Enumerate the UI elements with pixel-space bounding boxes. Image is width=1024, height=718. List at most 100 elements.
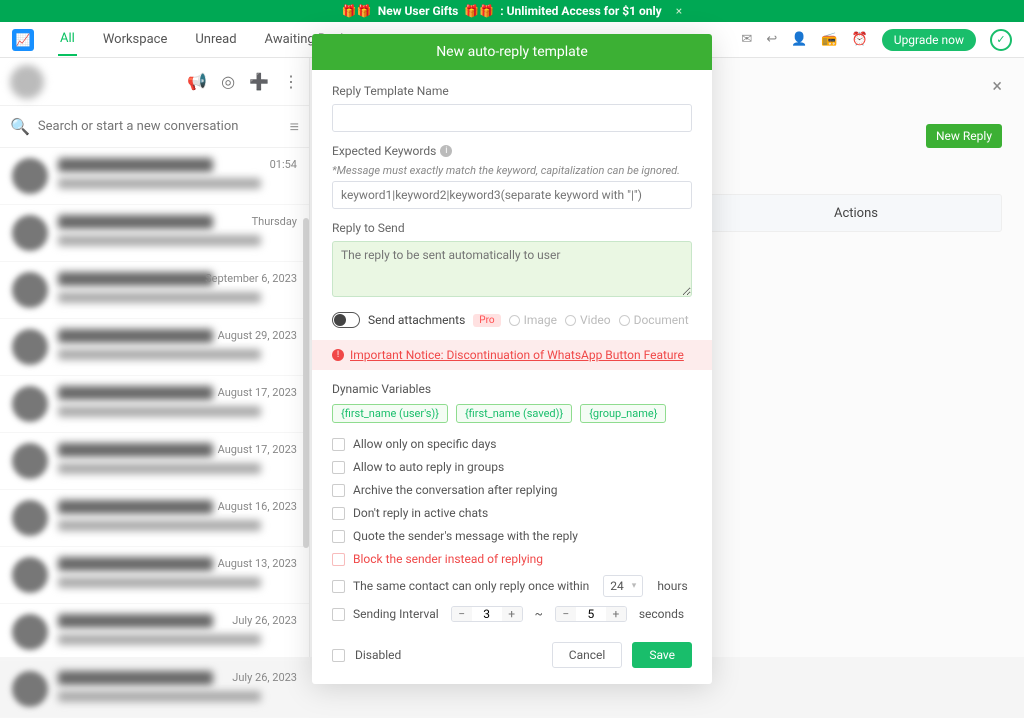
- conversation-date: August 29, 2023: [218, 329, 297, 342]
- dynamic-chips: {first_name (user's)} {first_name (saved…: [332, 404, 692, 423]
- dynamic-vars-label: Dynamic Variables: [332, 382, 692, 396]
- conversation-date: August 17, 2023: [218, 443, 297, 456]
- new-reply-button[interactable]: New Reply: [926, 124, 1002, 148]
- disabled-checkbox[interactable]: [332, 649, 345, 662]
- hours-select[interactable]: 24 ▾: [603, 575, 643, 597]
- promo-banner: 🎁🎁 New User Gifts 🎁🎁 : Unlimited Access …: [0, 0, 1024, 22]
- avatar: [12, 614, 48, 650]
- search-input[interactable]: [38, 119, 290, 134]
- target-icon[interactable]: ◎: [221, 72, 235, 91]
- table-header-actions: Actions: [710, 194, 1002, 232]
- check-quote-sender[interactable]: Quote the sender's message with the repl…: [332, 529, 692, 543]
- conversation-item[interactable]: Thursday: [0, 205, 309, 262]
- check-reply-groups[interactable]: Allow to auto reply in groups: [332, 460, 692, 474]
- info-icon[interactable]: i: [440, 145, 452, 157]
- gift-icon: 🎁🎁: [464, 4, 494, 18]
- chip-group-name[interactable]: {group_name}: [580, 404, 666, 423]
- attachments-label: Send attachments: [368, 313, 465, 327]
- keywords-label: Expected Keywords i: [332, 144, 692, 158]
- conversation-item[interactable]: September 6, 2023: [0, 262, 309, 319]
- conversation-date: July 26, 2023: [232, 614, 297, 627]
- conversation-item[interactable]: July 26, 2023: [0, 604, 309, 661]
- avatar: [12, 386, 48, 422]
- interval-to-stepper[interactable]: − +: [555, 606, 627, 622]
- avatar: [12, 215, 48, 251]
- template-name-label: Reply Template Name: [332, 84, 692, 98]
- banner-tail: : Unlimited Access for $1 only: [500, 4, 661, 18]
- check-archive[interactable]: Archive the conversation after replying: [332, 483, 692, 497]
- check-block-sender[interactable]: Block the sender instead of replying: [332, 552, 692, 566]
- pro-badge: Pro: [473, 314, 500, 327]
- interval-to-input[interactable]: [576, 607, 606, 621]
- avatar: [12, 500, 48, 536]
- tab-workspace[interactable]: Workspace: [101, 24, 170, 55]
- reply-label: Reply to Send: [332, 221, 692, 235]
- check-same-contact[interactable]: The same contact can only reply once wit…: [332, 575, 692, 597]
- notice-link[interactable]: Important Notice: Discontinuation of Wha…: [350, 348, 684, 362]
- status-circle-icon[interactable]: ✓: [990, 29, 1012, 51]
- avatar: [12, 158, 48, 194]
- scrollbar[interactable]: [303, 218, 309, 548]
- attach-video-option[interactable]: Video: [565, 313, 611, 327]
- notice-bar: ! Important Notice: Discontinuation of W…: [312, 340, 712, 370]
- avatar: [12, 329, 48, 365]
- check-dont-reply-active[interactable]: Don't reply in active chats: [332, 506, 692, 520]
- attach-document-option[interactable]: Document: [619, 313, 689, 327]
- upgrade-button[interactable]: Upgrade now: [882, 29, 976, 51]
- chip-firstname-saved[interactable]: {first_name (saved)}: [456, 404, 572, 423]
- interval-from-plus[interactable]: +: [502, 607, 522, 621]
- inbox-icon[interactable]: ✉: [741, 32, 752, 47]
- interval-from-stepper[interactable]: − +: [451, 606, 523, 622]
- tab-all[interactable]: All: [58, 23, 77, 56]
- check-sending-interval[interactable]: Sending Interval − + ~ − + seconds: [332, 606, 692, 622]
- keywords-input[interactable]: [332, 181, 692, 209]
- search-icon: 🔍: [10, 117, 30, 136]
- conversation-item[interactable]: August 17, 2023: [0, 433, 309, 490]
- conversation-item[interactable]: July 26, 2023: [0, 661, 309, 718]
- reply-icon[interactable]: ↩: [766, 32, 777, 47]
- check-specific-days[interactable]: Allow only on specific days: [332, 437, 692, 451]
- avatar: [12, 557, 48, 593]
- auto-reply-modal: New auto-reply template Reply Template N…: [312, 34, 712, 684]
- reply-textarea[interactable]: [332, 241, 692, 297]
- search-row: 🔍 ≡: [0, 106, 309, 148]
- conversation-item[interactable]: August 13, 2023: [0, 547, 309, 604]
- tab-unread[interactable]: Unread: [193, 24, 238, 55]
- warning-icon: !: [332, 349, 344, 361]
- attachments-toggle[interactable]: [332, 312, 360, 328]
- interval-from-minus[interactable]: −: [452, 607, 472, 621]
- template-name-input[interactable]: [332, 104, 692, 132]
- avatar[interactable]: [10, 65, 44, 99]
- add-icon[interactable]: ➕: [249, 72, 269, 91]
- sidebar-header: 📢 ◎ ➕ ⋮: [0, 58, 309, 106]
- cancel-button[interactable]: Cancel: [552, 642, 623, 668]
- announce-icon[interactable]: 📢: [187, 72, 207, 91]
- conversation-item[interactable]: August 17, 2023: [0, 376, 309, 433]
- close-banner-icon[interactable]: ×: [676, 4, 682, 18]
- avatar: [12, 671, 48, 707]
- conversation-list[interactable]: 01:54 ThursdaySeptember 6, 2023 August 29,…: [0, 148, 309, 718]
- attach-image-option[interactable]: Image: [509, 313, 557, 327]
- interval-to-plus[interactable]: +: [606, 607, 626, 621]
- chip-firstname-user[interactable]: {first_name (user's)}: [332, 404, 448, 423]
- contact-icon[interactable]: 👤: [791, 32, 807, 47]
- interval-from-input[interactable]: [472, 607, 502, 621]
- conversation-item[interactable]: 01:54: [0, 148, 309, 205]
- conversation-item[interactable]: August 16, 2023: [0, 490, 309, 547]
- modal-title: New auto-reply template: [312, 34, 712, 70]
- conversation-date: July 26, 2023: [232, 671, 297, 684]
- chevron-down-icon: ▾: [632, 581, 637, 591]
- more-icon[interactable]: ⋮: [283, 72, 299, 91]
- conversation-date: August 13, 2023: [218, 557, 297, 570]
- avatar: [12, 443, 48, 479]
- conversation-date: 01:54: [270, 158, 297, 171]
- close-panel-icon[interactable]: ×: [992, 76, 1002, 97]
- conversation-item[interactable]: August 29, 2023: [0, 319, 309, 376]
- broadcast-icon[interactable]: 📻: [821, 32, 837, 47]
- interval-to-minus[interactable]: −: [556, 607, 576, 621]
- clock-icon[interactable]: ⏰: [852, 32, 868, 47]
- filter-icon[interactable]: ≡: [290, 117, 299, 137]
- conversation-sidebar: 📢 ◎ ➕ ⋮ 🔍 ≡ 01:54 ThursdaySeptember 6, 20…: [0, 58, 310, 657]
- save-button[interactable]: Save: [632, 642, 692, 668]
- conversation-date: August 17, 2023: [218, 386, 297, 399]
